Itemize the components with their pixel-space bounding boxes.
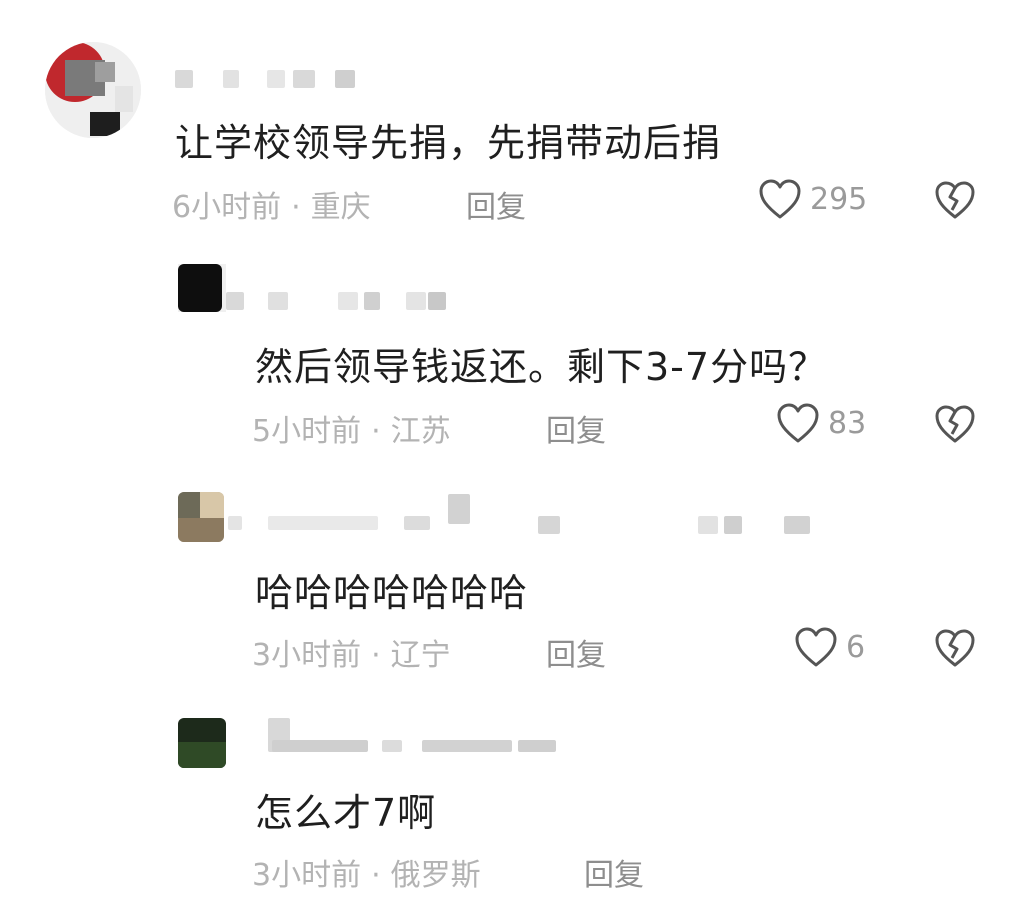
comment-time: 6小时前: [172, 190, 282, 225]
like-button[interactable]: 83: [776, 402, 866, 444]
reply-item: 然后领导钱返还。剩下3-7分吗？ 5小时前 · 江苏 回复 83: [0, 250, 1032, 470]
avatar[interactable]: [45, 42, 141, 138]
comment-location: 江苏: [390, 414, 451, 449]
comment-text: 让学校领导先捐，先捐带动后捐: [175, 121, 722, 165]
comment-location: 辽宁: [390, 638, 451, 673]
dislike-button[interactable]: [934, 404, 976, 444]
separator-dot: ·: [371, 858, 381, 893]
like-count: 6: [846, 629, 866, 665]
comment-text: 怎么才7啊: [255, 791, 437, 835]
separator-dot: ·: [371, 414, 381, 449]
broken-heart-icon: [934, 180, 976, 220]
separator-dot: ·: [291, 190, 301, 225]
reply-button[interactable]: 回复: [546, 406, 606, 450]
reply-button[interactable]: 回复: [546, 630, 606, 674]
reply-button[interactable]: 回复: [584, 850, 644, 894]
like-button[interactable]: 295: [758, 178, 867, 220]
avatar[interactable]: [178, 492, 224, 542]
comment-meta: 3小时前 · 辽宁: [252, 630, 451, 674]
comment-text: 哈哈哈哈哈哈哈: [255, 571, 529, 615]
comment-time: 3小时前: [252, 638, 362, 673]
comment-location: 重庆: [310, 190, 371, 225]
comment-location: 俄罗斯: [390, 858, 481, 893]
avatar[interactable]: [178, 264, 226, 312]
reply-item: 哈哈哈哈哈哈哈 3小时前 · 辽宁 回复 6: [0, 470, 1032, 690]
comment-text: 然后领导钱返还。剩下3-7分吗？: [255, 345, 828, 389]
broken-heart-icon: [934, 628, 976, 668]
reply-item: 怎么才7啊 3小时前 · 俄罗斯 回复: [0, 690, 1032, 900]
comment-time: 3小时前: [252, 858, 362, 893]
comment-time: 5小时前: [252, 414, 362, 449]
heart-outline-icon: [776, 402, 820, 444]
username-blurred[interactable]: [228, 494, 838, 536]
username-blurred[interactable]: [226, 290, 456, 314]
heart-outline-icon: [794, 626, 838, 668]
comment-item: 让学校领导先捐，先捐带动后捐 6小时前 · 重庆 回复 295: [0, 0, 1032, 250]
avatar[interactable]: [178, 718, 226, 768]
comment-meta: 3小时前 · 俄罗斯: [252, 850, 481, 894]
username-blurred[interactable]: [175, 68, 365, 92]
like-count: 83: [828, 405, 867, 441]
broken-heart-icon: [934, 404, 976, 444]
heart-outline-icon: [758, 178, 802, 220]
like-button[interactable]: 6: [794, 626, 865, 668]
comment-meta: 5小时前 · 江苏: [252, 406, 451, 450]
username-blurred[interactable]: [232, 718, 572, 756]
comment-meta: 6小时前 · 重庆: [172, 182, 371, 226]
reply-button[interactable]: 回复: [466, 182, 526, 226]
dislike-button[interactable]: [934, 180, 976, 220]
dislike-button[interactable]: [934, 628, 976, 668]
separator-dot: ·: [371, 638, 381, 673]
like-count: 295: [810, 181, 868, 217]
